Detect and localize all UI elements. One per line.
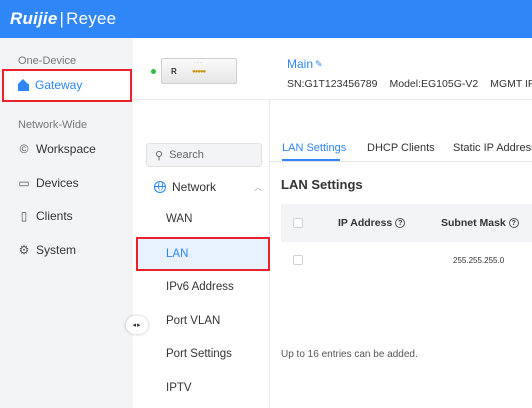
logo-product: Reyee — [66, 9, 117, 28]
section-label-network-wide: Network-Wide — [18, 119, 88, 131]
chevron-up-icon: ︿ — [254, 182, 262, 192]
devices-icon: ▭ — [18, 176, 30, 190]
device-model: Model:EG105G-V2 — [389, 78, 479, 90]
column-header-subnet-mask: Subnet Mask ? — [441, 217, 519, 229]
sidebar-item-label: Clients — [36, 209, 73, 223]
section-label-one-device: One-Device — [18, 55, 77, 67]
edit-icon[interactable]: ✎ — [315, 59, 323, 70]
sidebar-item-label: System — [36, 243, 77, 257]
logo-separator: | — [59, 9, 65, 28]
active-tab-indicator — [282, 159, 340, 161]
sidebar-item-system[interactable]: ⚙ System — [18, 243, 76, 257]
device-name-text: Main — [287, 57, 314, 71]
subnav-group-label: Network — [172, 180, 217, 194]
subnav-item-wan[interactable]: WAN — [166, 213, 192, 225]
sidebar-item-workspace[interactable]: © Workspace — [18, 142, 96, 156]
sidebar-item-gateway[interactable]: Gateway — [2, 69, 132, 102]
workspace-icon: © — [19, 142, 29, 156]
subnav-item-lan[interactable]: LAN — [136, 237, 270, 271]
row-checkbox[interactable] — [293, 255, 303, 265]
device-name[interactable]: Main ✎ — [287, 57, 323, 71]
sidebar-item-label: Workspace — [36, 142, 96, 156]
subnav-item-iptv[interactable]: IPTV — [166, 382, 192, 394]
subnav-item-label: LAN — [166, 248, 189, 260]
table-header: IP Address ? Subnet Mask ? — [281, 204, 532, 242]
search-input[interactable] — [169, 149, 250, 161]
subnav-item-port-vlan[interactable]: Port VLAN — [166, 315, 220, 327]
device-mgmt-ip: MGMT IP: — [490, 78, 532, 90]
entries-limit-note: Up to 16 entries can be added. — [281, 349, 418, 360]
device-image-brand: R — [171, 67, 177, 76]
page-title: LAN Settings — [281, 177, 363, 192]
sidebar-item-clients[interactable]: ▯ Clients — [18, 209, 73, 223]
sidebar-item-label: Devices — [36, 176, 79, 190]
sidebar-item-label: Gateway — [35, 78, 83, 92]
tab-static-ip-addresses[interactable]: Static IP Addresses — [453, 142, 532, 154]
online-status-dot — [151, 69, 156, 74]
device-sn: SN:G1T123456789 — [287, 78, 378, 90]
logo-brand: Ruijie — [10, 9, 58, 28]
subnav-item-port-settings[interactable]: Port Settings — [166, 348, 232, 360]
search-box[interactable]: ⚲ — [146, 143, 262, 167]
device-image: - ◦ - R ●●●●● — [161, 58, 237, 84]
table-cell-subnet-mask: 255.255.255.0 — [453, 256, 505, 265]
collapse-toggle-icon[interactable]: ◂▸ — [126, 316, 148, 334]
device-details: SN:G1T123456789 Model:EG105G-V2 MGMT IP: — [287, 78, 532, 90]
tab-bar: LAN Settings DHCP Clients Static IP Addr… — [270, 138, 532, 162]
system-icon: ⚙ — [18, 243, 30, 257]
home-icon — [18, 78, 29, 91]
sidebar-item-devices[interactable]: ▭ Devices — [18, 176, 79, 190]
globe-icon — [154, 181, 166, 193]
subnav-group-network[interactable]: Network ︿ — [154, 180, 262, 194]
clients-icon: ▯ — [20, 209, 28, 223]
column-header-ip-address: IP Address ? — [338, 217, 406, 229]
tab-dhcp-clients[interactable]: DHCP Clients — [367, 142, 435, 154]
top-bar: Ruijie | Reyee — [0, 0, 532, 38]
tab-lan-settings[interactable]: LAN Settings — [282, 142, 346, 154]
select-all-checkbox[interactable] — [293, 218, 303, 228]
ruijie-reyee-logo[interactable]: Ruijie | Reyee — [10, 9, 116, 29]
search-icon: ⚲ — [155, 149, 164, 162]
help-icon[interactable]: ? — [395, 218, 406, 228]
help-icon[interactable]: ? — [508, 218, 519, 228]
subnav-item-ipv6-address[interactable]: IPv6 Address — [166, 281, 234, 293]
